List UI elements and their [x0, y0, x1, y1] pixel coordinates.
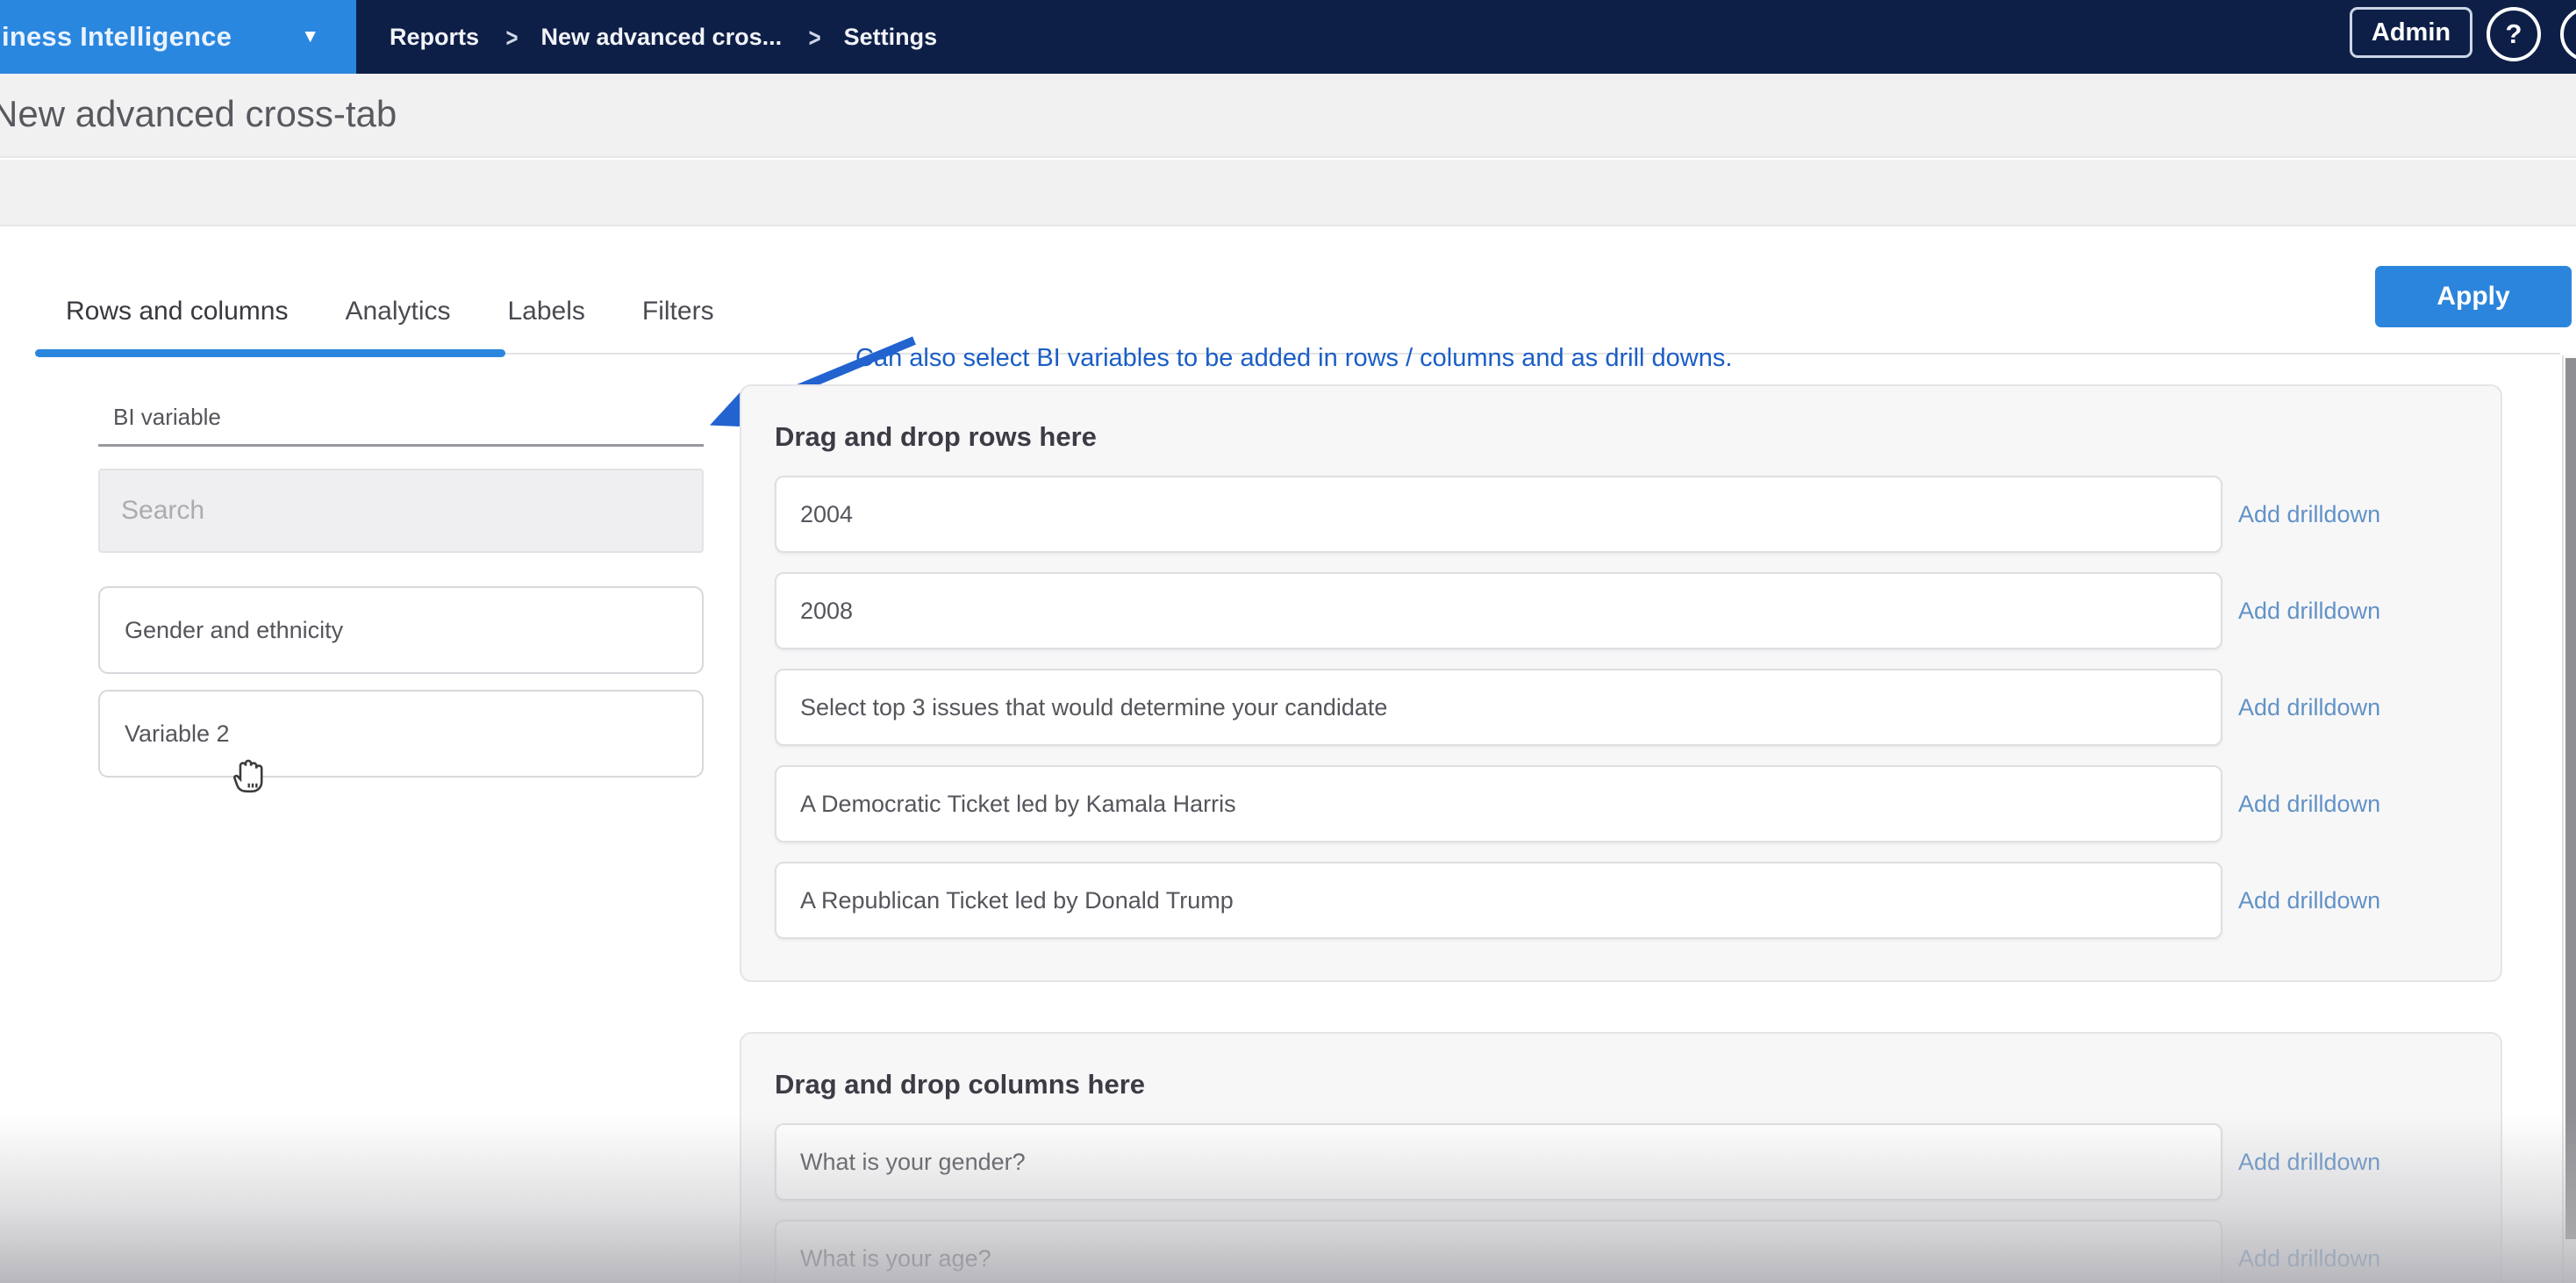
- row-card[interactable]: Select top 3 issues that would determine…: [775, 669, 2222, 746]
- bi-variable-item-label: Variable 2: [125, 720, 230, 748]
- app-switcher[interactable]: iness Intelligence ▼: [0, 0, 356, 74]
- column-item: What is your age? Add drilldown: [775, 1220, 2467, 1283]
- apply-button[interactable]: Apply: [2375, 266, 2572, 327]
- admin-button[interactable]: Admin: [2350, 7, 2472, 58]
- tab[interactable]: Filters: [642, 297, 714, 326]
- breadcrumb-item[interactable]: Reports: [390, 24, 479, 50]
- bi-variable-list: Gender and ethnicity Variable 2: [98, 586, 704, 778]
- tab[interactable]: Labels: [508, 297, 585, 326]
- breadcrumb: Reports > New advanced cros... > Setting…: [390, 0, 937, 74]
- breadcrumb-item[interactable]: New advanced cros...: [540, 24, 782, 50]
- user-icon[interactable]: [2560, 7, 2576, 61]
- column-card[interactable]: What is your gender?: [775, 1123, 2222, 1201]
- tab-bar: Rows and columns Analytics Labels Filter…: [66, 297, 714, 326]
- column-card-label: What is your age?: [800, 1245, 991, 1272]
- add-drilldown-link[interactable]: Add drilldown: [2238, 887, 2380, 914]
- add-drilldown-link[interactable]: Add drilldown: [2238, 1245, 2380, 1272]
- row-card-label: Select top 3 issues that would determine…: [800, 694, 1387, 721]
- bi-variable-underline: [98, 444, 704, 447]
- row-card[interactable]: A Democratic Ticket led by Kamala Harris: [775, 765, 2222, 842]
- scrollbar-thumb[interactable]: [2565, 358, 2576, 1239]
- grab-cursor-icon: [230, 749, 275, 800]
- row-card[interactable]: A Republican Ticket led by Donald Trump: [775, 862, 2222, 939]
- rows-panel-title: Drag and drop rows here: [775, 421, 2467, 453]
- page-title-band: New advanced cross-tab: [0, 74, 2576, 158]
- tab-label: Labels: [508, 297, 585, 326]
- toolbar-band: [0, 160, 2576, 226]
- row-item: A Democratic Ticket led by Kamala Harris…: [775, 765, 2467, 842]
- chevron-right-icon: >: [505, 23, 518, 54]
- add-drilldown-link[interactable]: Add drilldown: [2238, 598, 2380, 625]
- bi-variable-label: BI variable: [113, 404, 221, 431]
- brand-title: iness Intelligence: [2, 21, 232, 53]
- app-screen: iness Intelligence ▼ Reports > New advan…: [0, 0, 2576, 1283]
- annotation-text: Can also select BI variables to be added…: [855, 344, 1732, 373]
- add-drilldown-link[interactable]: Add drilldown: [2238, 1149, 2380, 1176]
- search-input[interactable]: [98, 469, 704, 553]
- bi-variable-item[interactable]: Gender and ethnicity: [98, 586, 704, 674]
- row-card-label: A Democratic Ticket led by Kamala Harris: [800, 791, 1236, 818]
- row-card-label: 2004: [800, 501, 853, 528]
- tab[interactable]: Rows and columns: [66, 297, 288, 326]
- tab[interactable]: Analytics: [345, 297, 450, 326]
- bi-variable-item-label: Gender and ethnicity: [125, 617, 343, 644]
- row-item: 2004 Add drilldown: [775, 476, 2467, 553]
- row-item: A Republican Ticket led by Donald Trump …: [775, 862, 2467, 939]
- row-item: Select top 3 issues that would determine…: [775, 669, 2467, 746]
- add-drilldown-link[interactable]: Add drilldown: [2238, 694, 2380, 721]
- add-drilldown-link[interactable]: Add drilldown: [2238, 501, 2380, 528]
- column-item: What is your gender? Add drilldown: [775, 1123, 2467, 1201]
- add-drilldown-link[interactable]: Add drilldown: [2238, 791, 2380, 818]
- row-card[interactable]: 2008: [775, 572, 2222, 649]
- columns-drop-panel: Drag and drop columns here What is your …: [740, 1032, 2502, 1283]
- rows-list: 2004 Add drilldown 2008 Add drilldown Se…: [775, 476, 2467, 939]
- row-card-label: A Republican Ticket led by Donald Trump: [800, 887, 1234, 914]
- breadcrumb-item[interactable]: Settings: [844, 24, 938, 50]
- rows-drop-panel: Drag and drop rows here 2004 Add drilldo…: [740, 384, 2502, 982]
- page-title: New advanced cross-tab: [0, 93, 397, 135]
- top-navigation-bar: iness Intelligence ▼ Reports > New advan…: [0, 0, 2576, 74]
- columns-list: What is your gender? Add drilldown What …: [775, 1123, 2467, 1283]
- tab-label: Analytics: [345, 297, 450, 326]
- column-card-label: What is your gender?: [800, 1149, 1026, 1176]
- tab-label: Rows and columns: [66, 297, 288, 326]
- row-card-label: 2008: [800, 598, 853, 625]
- row-card[interactable]: 2004: [775, 476, 2222, 553]
- row-item: 2008 Add drilldown: [775, 572, 2467, 649]
- columns-panel-title: Drag and drop columns here: [775, 1069, 2467, 1100]
- chevron-right-icon: >: [809, 23, 821, 54]
- active-tab-underline: [35, 349, 505, 357]
- help-icon[interactable]: ?: [2487, 7, 2541, 61]
- bi-variable-item[interactable]: Variable 2: [98, 690, 704, 778]
- column-card[interactable]: What is your age?: [775, 1220, 2222, 1283]
- tab-label: Filters: [642, 297, 714, 326]
- chevron-down-icon: ▼: [301, 26, 319, 47]
